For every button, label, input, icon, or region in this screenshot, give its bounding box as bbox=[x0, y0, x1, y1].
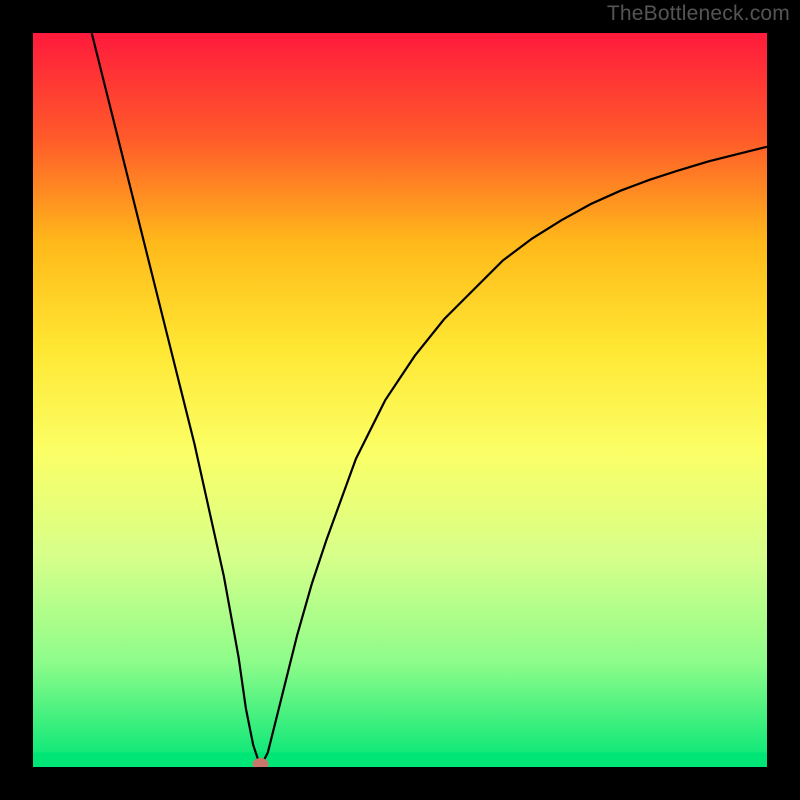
chart-svg bbox=[33, 33, 767, 767]
gradient-background bbox=[33, 33, 767, 767]
plot-area bbox=[33, 33, 767, 767]
chart-container: TheBottleneck.com bbox=[0, 0, 800, 800]
green-band bbox=[33, 752, 767, 767]
watermark-text: TheBottleneck.com bbox=[607, 2, 790, 26]
